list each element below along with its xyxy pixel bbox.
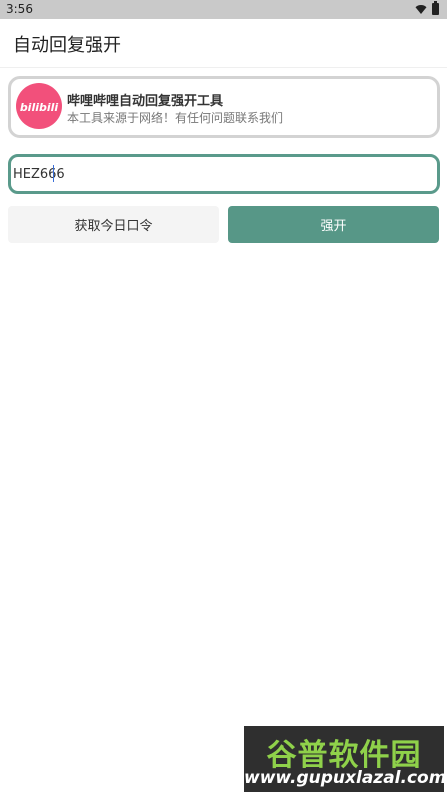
watermark: 谷普软件园 www.gupuxlazal.com [244, 726, 447, 792]
watermark-url: www.gupuxlazal.com [244, 768, 447, 788]
code-input[interactable] [8, 154, 440, 194]
card-title: 哔哩哔哩自动回复强开工具 [67, 94, 224, 109]
status-time: 3:56 [6, 2, 33, 16]
info-card: bilibili 哔哩哔哩自动回复强开工具 本工具来源于网络！有任何问题联系我们 [8, 76, 440, 138]
get-today-code-button[interactable]: 获取今日口令 [8, 206, 219, 243]
wifi-icon [415, 5, 427, 14]
status-icons [415, 1, 439, 15]
app-bar: 自动回复强开 [0, 19, 447, 68]
text-caret [53, 165, 54, 182]
status-bar: 3:56 [0, 0, 447, 19]
logo-text: bilibili [20, 101, 59, 114]
battery-icon [432, 1, 439, 15]
card-subtitle: 本工具来源于网络！有任何问题联系我们 [67, 111, 284, 125]
app-title: 自动回复强开 [13, 35, 121, 56]
bilibili-logo: bilibili [16, 83, 62, 129]
force-open-button[interactable]: 强开 [228, 206, 439, 243]
